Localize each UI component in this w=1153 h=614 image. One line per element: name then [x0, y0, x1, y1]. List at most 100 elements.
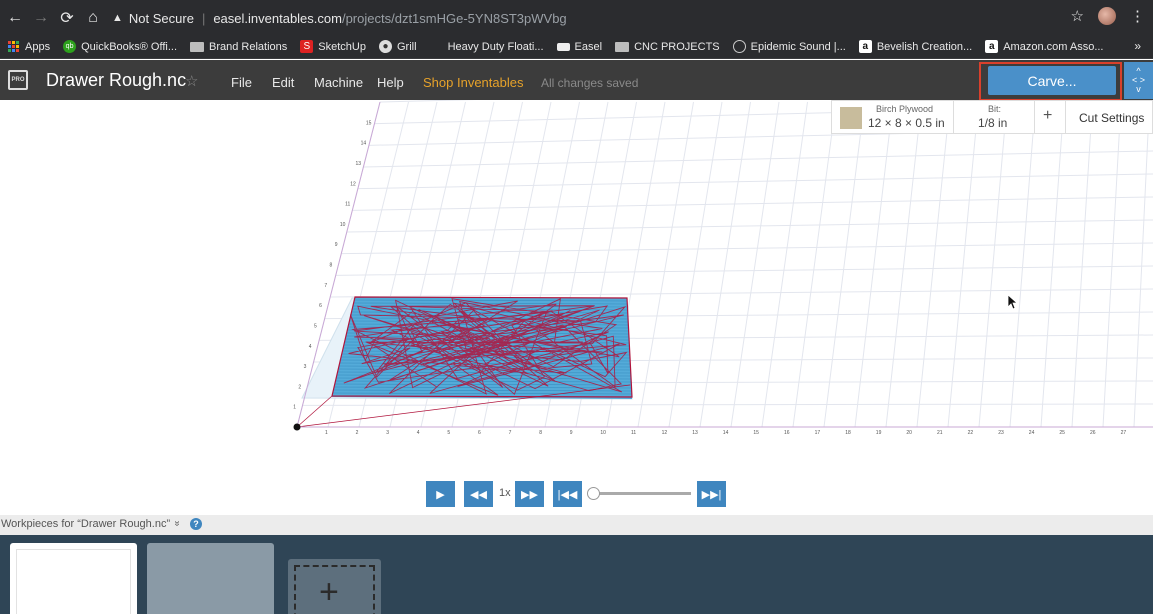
x-axis-tick-label: 3	[386, 430, 389, 436]
x-axis-tick-label: 23	[998, 430, 1004, 436]
bookmark-cnc-projects[interactable]: CNC PROJECTS	[615, 41, 720, 53]
x-axis-tick-label: 1	[325, 430, 328, 436]
menu-edit[interactable]: Edit	[272, 75, 294, 90]
preview-canvas[interactable]: 1 2 3 4 5 6 7 8 9 10 11 12 13 14 15 16 17 18 19 20 21 22 23 24 2…	[0, 81, 1153, 515]
folder-icon	[615, 41, 630, 52]
favorite-star-icon[interactable]: ☆	[185, 72, 198, 90]
bookmarks-overflow-icon[interactable]: »	[1134, 39, 1141, 53]
bookmark-bevelish[interactable]: a Bevelish Creation...	[858, 40, 972, 53]
playback-slider-handle[interactable]	[587, 487, 600, 500]
security-label: Not Secure	[128, 10, 194, 26]
material-size[interactable]: 12 × 8 × 0.5 in	[868, 116, 945, 130]
y-axis-tick-label: 2	[298, 384, 301, 390]
globe-icon: ●	[379, 40, 392, 53]
folder-icon	[190, 41, 205, 52]
kebab-menu-icon[interactable]: ⋮	[1130, 7, 1145, 25]
avatar[interactable]	[1098, 7, 1116, 25]
help-icon[interactable]: ?	[190, 518, 202, 530]
y-axis-tick-label: 12	[350, 181, 356, 187]
workpiece-thumbnail[interactable]	[147, 543, 274, 614]
menu-machine[interactable]: Machine	[314, 75, 363, 90]
x-axis-tick-label: 9	[570, 430, 573, 436]
y-axis-tick-label: 4	[309, 344, 312, 350]
easel-pro-logo[interactable]: PRO	[8, 70, 28, 90]
x-axis-tick-label: 13	[692, 430, 698, 436]
y-axis-tick-label: 1	[293, 405, 296, 411]
y-axis-tick-label: 15	[366, 120, 372, 126]
x-axis-tick-label: 19	[876, 430, 882, 436]
shop-inventables-link[interactable]: Shop Inventables	[423, 75, 523, 90]
bookmark-amazon-associates[interactable]: a Amazon.com Asso...	[985, 40, 1103, 53]
back-icon[interactable]: ←	[2, 5, 28, 31]
bookmark-brand-relations[interactable]: Brand Relations	[190, 41, 287, 53]
skip-to-start-button[interactable]: |◀◀	[553, 481, 582, 507]
playback-speed: 1x	[499, 487, 511, 499]
x-axis-tick-label: 25	[1059, 430, 1065, 436]
address-bar[interactable]: ▲ Not Secure | easel.inventables.com/pro…	[112, 7, 567, 29]
faster-button[interactable]: ▶▶	[515, 481, 544, 507]
add-workpiece-button[interactable]: +	[288, 559, 381, 614]
cut-settings-button[interactable]: Cut Settings	[1079, 111, 1144, 125]
collapse-chevron-icon[interactable]: »	[171, 521, 182, 527]
y-axis-tick-label: 11	[345, 202, 350, 208]
bit-value[interactable]: 1/8 in	[978, 116, 1007, 130]
forward-icon[interactable]: →	[28, 5, 54, 31]
material-swatch[interactable]	[840, 107, 862, 129]
menu-help[interactable]: Help	[377, 75, 404, 90]
skip-to-end-button[interactable]: ▶▶|	[697, 481, 726, 507]
home-icon[interactable]: ⌂	[80, 5, 106, 31]
bookmark-star-icon[interactable]: ☆	[1071, 7, 1084, 25]
apps-grid-icon	[7, 40, 20, 53]
x-axis-tick-label: 20	[906, 430, 912, 436]
x-axis-tick-label: 10	[600, 430, 606, 436]
warning-icon: ▲	[112, 12, 123, 24]
bookmark-apps[interactable]: Apps	[7, 40, 50, 53]
reload-icon[interactable]: ⟳	[54, 5, 80, 31]
y-axis-tick-label: 13	[355, 161, 361, 167]
y-axis-tick-label: 3	[304, 364, 307, 370]
bookmark-sketchup[interactable]: S SketchUp	[300, 40, 366, 53]
browser-toolbar: ← → ⟳ ⌂ ▲ Not Secure | easel.inventables…	[0, 0, 1153, 35]
y-axis-tick-label: 9	[335, 242, 338, 248]
workpieces-header: Workpieces for “Drawer Rough.nc” » ?	[0, 515, 1153, 535]
add-bit-button[interactable]: +	[1043, 107, 1052, 125]
bookmark-quickbooks[interactable]: qb QuickBooks® Offi...	[63, 40, 177, 53]
carve-highlight-box	[979, 62, 1122, 101]
plus-icon: +	[319, 573, 339, 611]
x-axis-tick-label: 24	[1029, 430, 1035, 436]
x-axis-tick-label: 5	[447, 430, 450, 436]
y-axis-tick-label: 5	[314, 323, 317, 329]
material-name[interactable]: Birch Plywood	[876, 104, 933, 114]
workpiece-settings-panel: Birch Plywood 12 × 8 × 0.5 in Bit: 1/8 i…	[831, 100, 1153, 134]
x-axis-tick-label: 7	[509, 430, 512, 436]
expand-panel-icon[interactable]: ^ < > v	[1124, 62, 1153, 99]
mouse-cursor-icon	[1007, 294, 1019, 310]
bookmark-easel[interactable]: Easel	[556, 41, 602, 53]
sketchup-icon: S	[300, 40, 314, 53]
y-axis-tick-label: 10	[340, 222, 346, 228]
project-title[interactable]: Drawer Rough.nc	[46, 70, 186, 91]
play-button[interactable]: ▶	[426, 481, 455, 507]
x-axis-tick-label: 12	[662, 430, 668, 436]
x-axis-tick-label: 22	[968, 430, 974, 436]
bookmarks-bar: Apps qb QuickBooks® Offi... Brand Relati…	[0, 35, 1153, 59]
screen: ← → ⟳ ⌂ ▲ Not Secure | easel.inventables…	[0, 0, 1153, 614]
amazon-icon: a	[985, 40, 999, 53]
epidemic-icon	[732, 40, 746, 53]
quickbooks-icon: qb	[63, 40, 77, 53]
blank-icon	[430, 40, 443, 53]
slower-button[interactable]: ◀◀	[464, 481, 493, 507]
bookmark-heavy-duty[interactable]: Heavy Duty Floati...	[430, 40, 544, 53]
workpiece-thumbnail[interactable]	[10, 543, 137, 614]
playback-slider[interactable]	[591, 492, 691, 495]
x-axis-tick-label: 26	[1090, 430, 1096, 436]
url-path: /projects/dzt1smHGe-5YN8ST3pWVbg	[341, 10, 567, 26]
y-axis-tick-label: 6	[319, 303, 322, 309]
save-status: All changes saved	[541, 76, 639, 90]
bookmark-epidemic-sound[interactable]: Epidemic Sound |...	[732, 40, 846, 53]
x-axis-tick-label: 27	[1121, 430, 1127, 436]
menu-file[interactable]: File	[231, 75, 252, 90]
x-axis-tick-label: 8	[539, 430, 542, 436]
bookmark-grill[interactable]: ● Grill	[379, 40, 417, 53]
x-axis-tick-label: 11	[631, 430, 636, 436]
